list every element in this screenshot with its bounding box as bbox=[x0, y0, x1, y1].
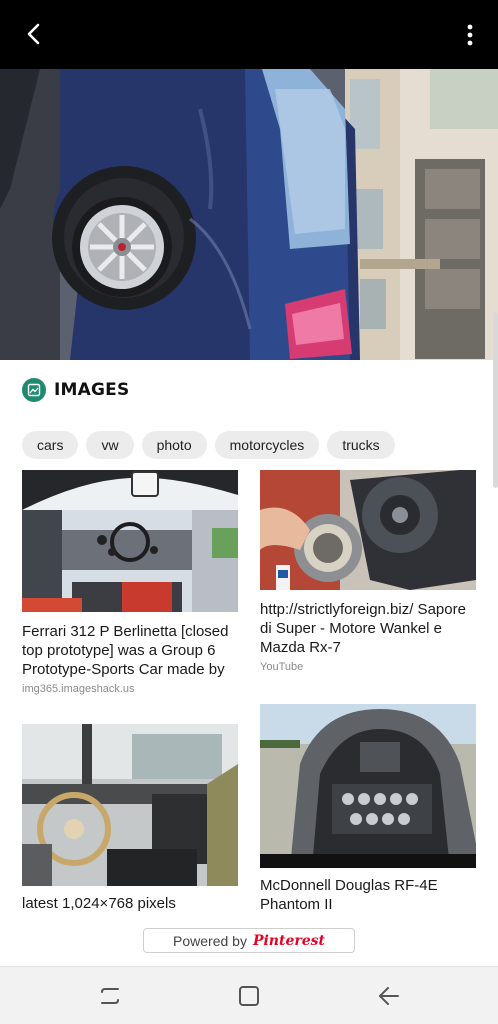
image-result-card[interactable]: latest 1,024×768 pixels bbox=[22, 724, 238, 913]
powered-by-label: Powered by bbox=[173, 932, 247, 949]
result-source: img365.imageshack.us bbox=[22, 683, 135, 695]
filter-chips: cars vw photo motorcycles trucks bbox=[22, 431, 395, 459]
scrollbar[interactable] bbox=[493, 312, 498, 488]
chip-vw[interactable]: vw bbox=[86, 431, 134, 459]
images-section-title: IMAGES bbox=[54, 380, 130, 400]
more-vertical-icon[interactable] bbox=[464, 22, 476, 48]
chip-photo[interactable]: photo bbox=[141, 431, 207, 459]
home-icon[interactable] bbox=[236, 983, 262, 1009]
result-title[interactable]: McDonnell Douglas RF-4E Phantom II bbox=[260, 876, 476, 914]
hero-image[interactable] bbox=[0, 69, 498, 360]
image-result-card[interactable]: http://strictlyforeign.biz/ Sapore di Su… bbox=[260, 470, 476, 673]
result-thumbnail[interactable] bbox=[22, 470, 238, 612]
pinterest-logo: Pinterest bbox=[252, 932, 325, 949]
result-title[interactable]: latest 1,024×768 pixels bbox=[22, 894, 238, 913]
top-bar bbox=[0, 0, 498, 69]
result-thumbnail[interactable] bbox=[260, 704, 476, 868]
image-result-card[interactable]: Ferrari 312 P Berlinetta [closed top pro… bbox=[22, 470, 238, 695]
navigation-bar bbox=[0, 966, 498, 1024]
chip-trucks[interactable]: trucks bbox=[327, 431, 395, 459]
back-arrow-icon[interactable] bbox=[20, 20, 48, 48]
chip-motorcycles[interactable]: motorcycles bbox=[214, 431, 320, 459]
image-result-card[interactable]: McDonnell Douglas RF-4E Phantom II bbox=[260, 704, 476, 914]
image-icon bbox=[22, 378, 46, 402]
powered-by-pinterest-button[interactable]: Powered by Pinterest bbox=[143, 928, 355, 953]
result-source: YouTube bbox=[260, 661, 304, 673]
result-thumbnail[interactable] bbox=[22, 724, 238, 886]
result-thumbnail[interactable] bbox=[260, 470, 476, 590]
chip-cars[interactable]: cars bbox=[22, 431, 79, 459]
recents-icon[interactable] bbox=[97, 983, 123, 1009]
nav-back-icon[interactable] bbox=[376, 983, 402, 1009]
images-section-header: IMAGES bbox=[22, 376, 129, 404]
screen: IMAGES cars vw photo motorcycles trucks bbox=[0, 0, 498, 1024]
result-title[interactable]: http://strictlyforeign.biz/ Sapore di Su… bbox=[260, 600, 476, 657]
result-title[interactable]: Ferrari 312 P Berlinetta [closed top pro… bbox=[22, 622, 238, 679]
